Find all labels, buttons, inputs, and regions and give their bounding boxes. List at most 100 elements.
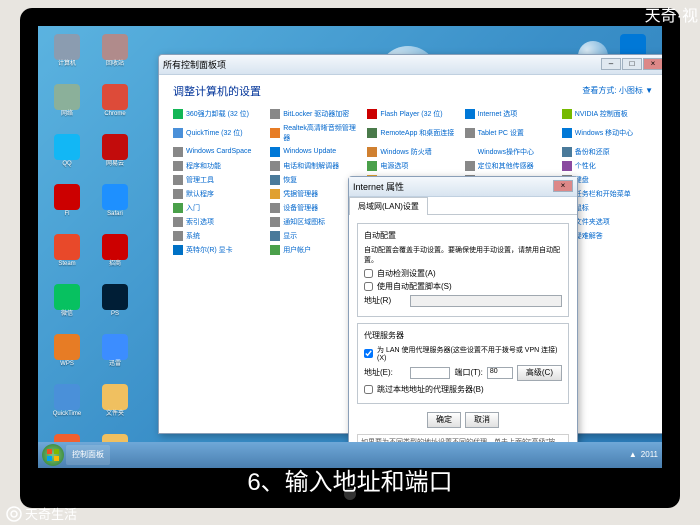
app-icon (102, 34, 128, 60)
icon-label: WPS (60, 361, 74, 367)
desktop-icon[interactable]: Fl (46, 184, 88, 232)
control-panel-item[interactable]: 电话和调制解调器 (270, 161, 361, 171)
item-icon (270, 109, 280, 119)
desktop-icon[interactable]: 回收站 (94, 34, 136, 82)
desktop-icon[interactable]: Safari (94, 184, 136, 232)
control-panel-item[interactable]: Windows 移动中心 (562, 123, 653, 143)
app-icon (54, 334, 80, 360)
control-panel-item[interactable]: Tablet PC 设置 (465, 123, 556, 143)
desktop-icon[interactable]: QuickTime (46, 384, 88, 432)
auto-script-checkbox[interactable] (364, 282, 373, 291)
clock[interactable]: 2011 (641, 450, 658, 459)
icon-label: 计算机 (58, 61, 76, 67)
control-panel-item[interactable]: BitLocker 驱动器加密 (270, 109, 361, 119)
maximize-button[interactable]: □ (622, 58, 642, 70)
watermark-top-right: 天奇·视 (645, 2, 698, 26)
app-icon (102, 284, 128, 310)
icon-label: Safari (107, 211, 123, 217)
item-label: 定位和其他传感器 (478, 161, 534, 171)
item-label: 疑难解答 (575, 231, 603, 241)
item-label: 索引选项 (186, 217, 214, 227)
item-icon (270, 203, 280, 213)
control-panel-item[interactable]: 定位和其他传感器 (465, 161, 556, 171)
item-icon (173, 161, 183, 171)
control-panel-item[interactable]: 电源选项 (367, 161, 458, 171)
control-panel-item[interactable]: 默认程序 (173, 189, 264, 199)
control-panel-item[interactable]: Realtek高清晰音频管理器 (270, 123, 361, 143)
desktop-icon[interactable]: 网络 (46, 84, 88, 132)
ok-button[interactable]: 确定 (427, 412, 461, 428)
item-icon (465, 161, 475, 171)
control-panel-item[interactable]: Windows 防火墙 (367, 147, 458, 157)
close-button[interactable]: × (643, 58, 662, 70)
dialog-body: 自动配置 自动配置会覆盖手动设置。要确保使用手动设置，请禁用自动配置。 自动检测… (349, 215, 577, 468)
control-panel-item[interactable]: 360强力卸载 (32 位) (173, 109, 264, 119)
view-mode-dropdown[interactable]: 查看方式: 小图标 ▼ (582, 85, 653, 96)
app-icon (102, 384, 128, 410)
item-label: 通知区域图标 (283, 217, 325, 227)
item-label: 凭据管理器 (283, 189, 318, 199)
cancel-button[interactable]: 取消 (465, 412, 499, 428)
system-tray[interactable]: ▲ 2011 (629, 450, 658, 459)
control-panel-item[interactable]: 管理工具 (173, 175, 264, 185)
control-panel-item[interactable]: QuickTime (32 位) (173, 123, 264, 143)
control-panel-item[interactable]: 索引选项 (173, 217, 264, 227)
item-label: Windows CardSpace (186, 148, 251, 155)
monitor-frame: 计算机 回收站网络ChromeQQ网易云Fl Safari Steam招商微信 PS WP… (20, 8, 680, 508)
desktop-icon[interactable]: WPS (46, 334, 88, 382)
control-panel-item[interactable]: NVIDIA 控制面板 (562, 109, 653, 119)
lan-tab[interactable]: 局域网(LAN)设置 (349, 197, 428, 215)
desktop-icon[interactable]: 招商 (94, 234, 136, 282)
item-label: 管理工具 (186, 175, 214, 185)
item-icon (367, 147, 377, 157)
desktop-icon[interactable]: Chrome (94, 84, 136, 132)
auto-config-text: 自动配置会覆盖手动设置。要确保使用手动设置，请禁用自动配置。 (364, 245, 562, 265)
proxy-port-input[interactable]: 80 (487, 367, 513, 379)
control-panel-item[interactable]: 系统 (173, 231, 264, 241)
desktop-icon[interactable]: 微信 (46, 284, 88, 332)
item-label: 360强力卸载 (32 位) (186, 109, 249, 119)
item-icon (270, 231, 280, 241)
item-label: 程序和功能 (186, 161, 221, 171)
app-icon (102, 184, 128, 210)
app-icon (54, 34, 80, 60)
control-panel-item[interactable]: 备份和还原 (562, 147, 653, 157)
control-panel-item[interactable]: 个性化 (562, 161, 653, 171)
taskbar-item[interactable]: 控制面板 (66, 445, 110, 465)
control-panel-item[interactable]: Internet 选项 (465, 109, 556, 119)
app-icon (54, 384, 80, 410)
use-proxy-checkbox[interactable] (364, 349, 373, 358)
start-button[interactable] (42, 444, 64, 466)
control-panel-item[interactable]: Flash Player (32 位) (367, 109, 458, 119)
icon-label: QuickTime (53, 411, 81, 417)
item-icon (270, 128, 280, 138)
script-addr-input (410, 295, 562, 307)
desktop-icon[interactable]: 计算机 (46, 34, 88, 82)
control-panel-item[interactable]: RemoteApp 和桌面连接 (367, 123, 458, 143)
close-button[interactable]: × (553, 180, 573, 192)
advanced-button[interactable]: 高级(C) (517, 365, 562, 381)
auto-detect-checkbox[interactable] (364, 269, 373, 278)
desktop-icon[interactable]: 迅雷 (94, 334, 136, 382)
icon-label: PS (111, 311, 119, 317)
item-icon (270, 147, 280, 157)
minimize-button[interactable]: – (601, 58, 621, 70)
item-icon (173, 128, 183, 138)
desktop-icon[interactable]: QQ (46, 134, 88, 182)
control-panel-item[interactable]: Windows Update (270, 147, 361, 157)
desktop-icon[interactable]: 网易云 (94, 134, 136, 182)
desktop-icon[interactable]: 文件夹 (94, 384, 136, 432)
desktop-icon[interactable]: Steam (46, 234, 88, 282)
control-panel-item[interactable]: 入门 (173, 203, 264, 213)
control-panel-item[interactable]: 程序和功能 (173, 161, 264, 171)
tray-icon[interactable]: ▲ (629, 450, 637, 459)
item-label: BitLocker 驱动器加密 (283, 109, 349, 119)
bypass-local-checkbox[interactable] (364, 385, 373, 394)
control-panel-item[interactable]: Windows CardSpace (173, 147, 264, 157)
proxy-address-input[interactable] (410, 367, 450, 379)
control-panel-item[interactable]: Windows操作中心 (465, 147, 556, 157)
desktop-icon[interactable]: PS (94, 284, 136, 332)
app-icon (54, 84, 80, 110)
app-icon (102, 334, 128, 360)
control-panel-item[interactable]: 英特尔(R) 显卡 (173, 245, 264, 255)
